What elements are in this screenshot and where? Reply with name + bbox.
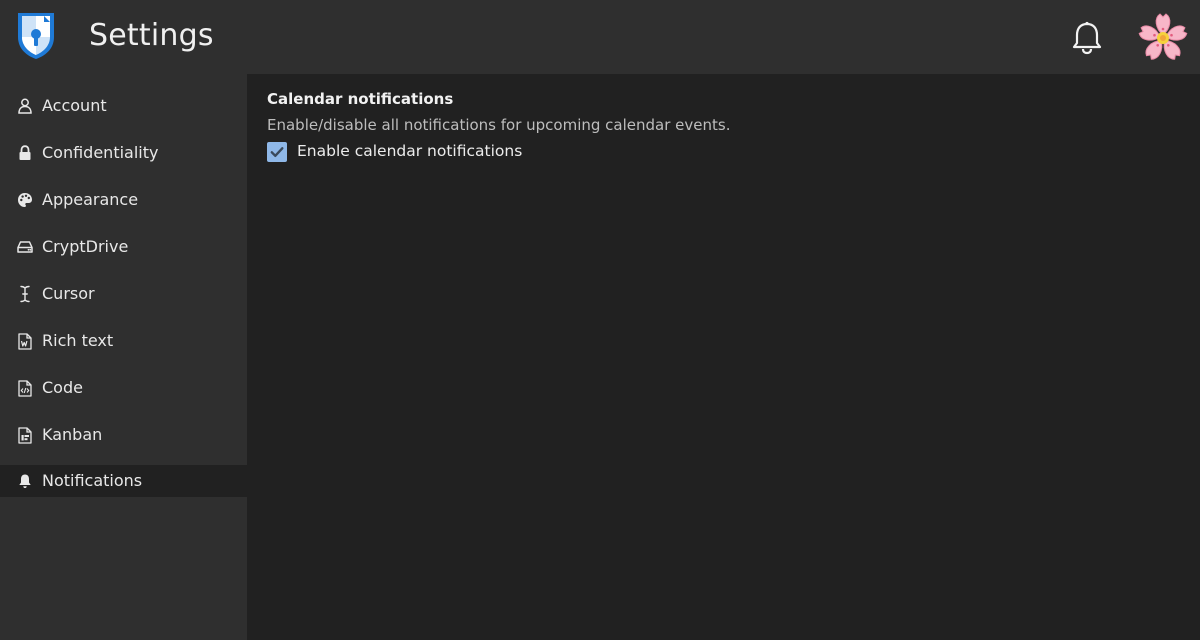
- top-bar: Settings: [0, 0, 1200, 74]
- sidebar-item-kanban[interactable]: Kanban: [0, 419, 247, 451]
- sidebar-item-cryptdrive[interactable]: CryptDrive: [0, 231, 247, 263]
- user-icon: [17, 98, 33, 114]
- sidebar-item-cursor[interactable]: Cursor: [0, 278, 247, 310]
- sidebar-item-label: Kanban: [42, 425, 103, 444]
- sidebar-item-account[interactable]: Account: [0, 90, 247, 122]
- bell-icon[interactable]: [1069, 20, 1105, 56]
- checkmark-icon: [270, 147, 284, 157]
- sidebar-item-appearance[interactable]: Appearance: [0, 184, 247, 216]
- section-description: Enable/disable all notifications for upc…: [267, 116, 731, 134]
- sidebar-item-label: Code: [42, 378, 83, 397]
- settings-content: Calendar notifications Enable/disable al…: [267, 90, 730, 162]
- calendar-notifications-option[interactable]: Enable calendar notifications: [267, 142, 587, 164]
- bell-icon: [17, 473, 33, 489]
- section-title: Calendar notifications: [267, 90, 454, 108]
- sidebar-item-label: Notifications: [42, 471, 143, 490]
- sidebar-item-label: Confidentiality: [42, 143, 159, 162]
- sidebar-item-label: Cursor: [42, 284, 95, 303]
- lock-icon: [17, 145, 33, 161]
- settings-sidebar: Account Confidentiality Appearance Crypt…: [0, 74, 247, 640]
- calendar-notifications-checkbox[interactable]: [267, 142, 287, 162]
- sidebar-item-label: Rich text: [42, 331, 114, 350]
- word-document-icon: [17, 332, 33, 350]
- sidebar-item-confidentiality[interactable]: Confidentiality: [0, 137, 247, 169]
- sidebar-item-code[interactable]: Code: [0, 372, 247, 404]
- sidebar-item-label: Appearance: [42, 190, 139, 209]
- sidebar-item-notifications[interactable]: Notifications: [0, 465, 247, 497]
- sidebar-item-label: Account: [42, 96, 107, 115]
- sidebar-item-rich-text[interactable]: Rich text: [0, 325, 247, 357]
- sidebar-item-label: CryptDrive: [42, 237, 129, 256]
- code-document-icon: [17, 379, 33, 397]
- palette-icon: [17, 192, 33, 208]
- page-title: Settings: [89, 18, 214, 53]
- checkbox-label: Enable calendar notifications: [297, 142, 523, 160]
- shield-keyhole-icon[interactable]: [14, 11, 58, 61]
- kanban-document-icon: [17, 426, 33, 444]
- drive-icon: [17, 239, 33, 255]
- text-cursor-icon: [17, 285, 33, 303]
- cherry-blossom-avatar[interactable]: [1137, 12, 1189, 64]
